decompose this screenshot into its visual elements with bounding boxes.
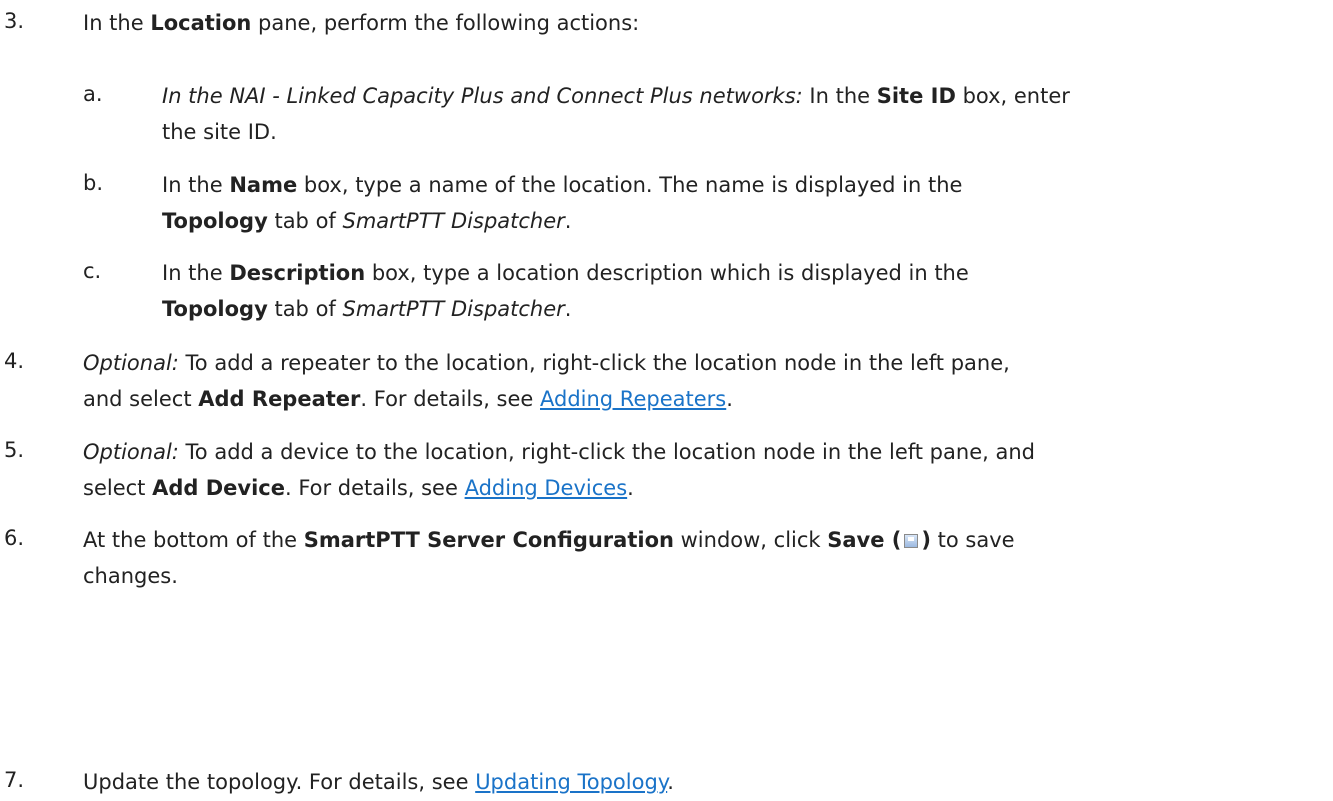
text: To add a device to the location, right-c… bbox=[178, 440, 1035, 464]
step-text: At the bottom of the SmartPTT Server Con… bbox=[83, 522, 1313, 594]
step-text: Optional: To add a repeater to the locat… bbox=[83, 345, 1313, 417]
substep-text: In the NAI - Linked Capacity Plus and Co… bbox=[162, 78, 1322, 150]
text: box, type a name of the location. The na… bbox=[297, 173, 963, 197]
text: At the bottom of the bbox=[83, 528, 304, 552]
text: select bbox=[83, 476, 153, 500]
ui-term-add-device: Add Device bbox=[152, 476, 285, 500]
step-number: 6. bbox=[4, 526, 25, 550]
step-text: Optional: To add a device to the locatio… bbox=[83, 434, 1313, 506]
step-number: 7. bbox=[4, 768, 25, 792]
ui-term-save: Save () bbox=[827, 528, 931, 552]
text: and select bbox=[83, 387, 199, 411]
substep-text: In the Name box, type a name of the loca… bbox=[162, 167, 1322, 239]
step-number: 4. bbox=[4, 349, 25, 373]
product-name: SmartPTT Dispatcher bbox=[342, 297, 565, 321]
text: tab of bbox=[267, 297, 343, 321]
link-updating-topology[interactable]: Updating Topology bbox=[475, 770, 667, 794]
ui-term-description: Description bbox=[229, 261, 366, 285]
text: To add a repeater to the location, right… bbox=[178, 351, 1010, 375]
text: ) bbox=[921, 528, 931, 552]
text: Save ( bbox=[827, 528, 902, 552]
optional-label: Optional: bbox=[83, 351, 179, 375]
text: . For details, see bbox=[360, 387, 540, 411]
product-name: SmartPTT Dispatcher bbox=[342, 209, 565, 233]
ui-term-server-configuration: SmartPTT Server Configuration bbox=[303, 528, 674, 552]
text: In the bbox=[802, 84, 877, 108]
text: the site ID. bbox=[162, 120, 277, 144]
link-adding-repeaters[interactable]: Adding Repeaters bbox=[540, 387, 726, 411]
link-adding-devices[interactable]: Adding Devices bbox=[465, 476, 628, 500]
text: . bbox=[564, 209, 572, 233]
ui-term-add-repeater: Add Repeater bbox=[198, 387, 361, 411]
condition-note: In the NAI - Linked Capacity Plus and Co… bbox=[162, 84, 803, 108]
text: . bbox=[564, 297, 572, 321]
step-text: In the Location pane, perform the follow… bbox=[83, 5, 1313, 41]
step-number: 3. bbox=[4, 9, 25, 33]
text: . bbox=[667, 770, 674, 794]
text: pane, perform the following actions: bbox=[251, 11, 640, 35]
text: In the bbox=[83, 11, 151, 35]
step-number: 5. bbox=[4, 438, 25, 462]
ui-term-topology: Topology bbox=[162, 209, 268, 233]
text: window, click bbox=[673, 528, 828, 552]
ui-term-site-id: Site ID bbox=[876, 84, 956, 108]
substep-letter: a. bbox=[83, 82, 103, 106]
ui-term-location: Location bbox=[150, 11, 252, 35]
substep-letter: b. bbox=[83, 171, 104, 195]
text: . bbox=[627, 476, 634, 500]
text: . bbox=[726, 387, 733, 411]
text: Update the topology. For details, see bbox=[83, 770, 476, 794]
ui-term-name: Name bbox=[229, 173, 298, 197]
text: tab of bbox=[267, 209, 343, 233]
text: In the bbox=[162, 261, 230, 285]
step-text: Update the topology. For details, see Up… bbox=[83, 764, 1313, 800]
text: to save bbox=[931, 528, 1015, 552]
substep-letter: c. bbox=[83, 259, 102, 283]
text: . For details, see bbox=[284, 476, 465, 500]
save-icon bbox=[904, 534, 919, 548]
text: box, enter bbox=[955, 84, 1070, 108]
text: changes. bbox=[83, 564, 178, 588]
optional-label: Optional: bbox=[83, 440, 179, 464]
text: box, type a location description which i… bbox=[365, 261, 969, 285]
text: In the bbox=[162, 173, 230, 197]
substep-text: In the Description box, type a location … bbox=[162, 255, 1322, 327]
ui-term-topology: Topology bbox=[162, 297, 268, 321]
